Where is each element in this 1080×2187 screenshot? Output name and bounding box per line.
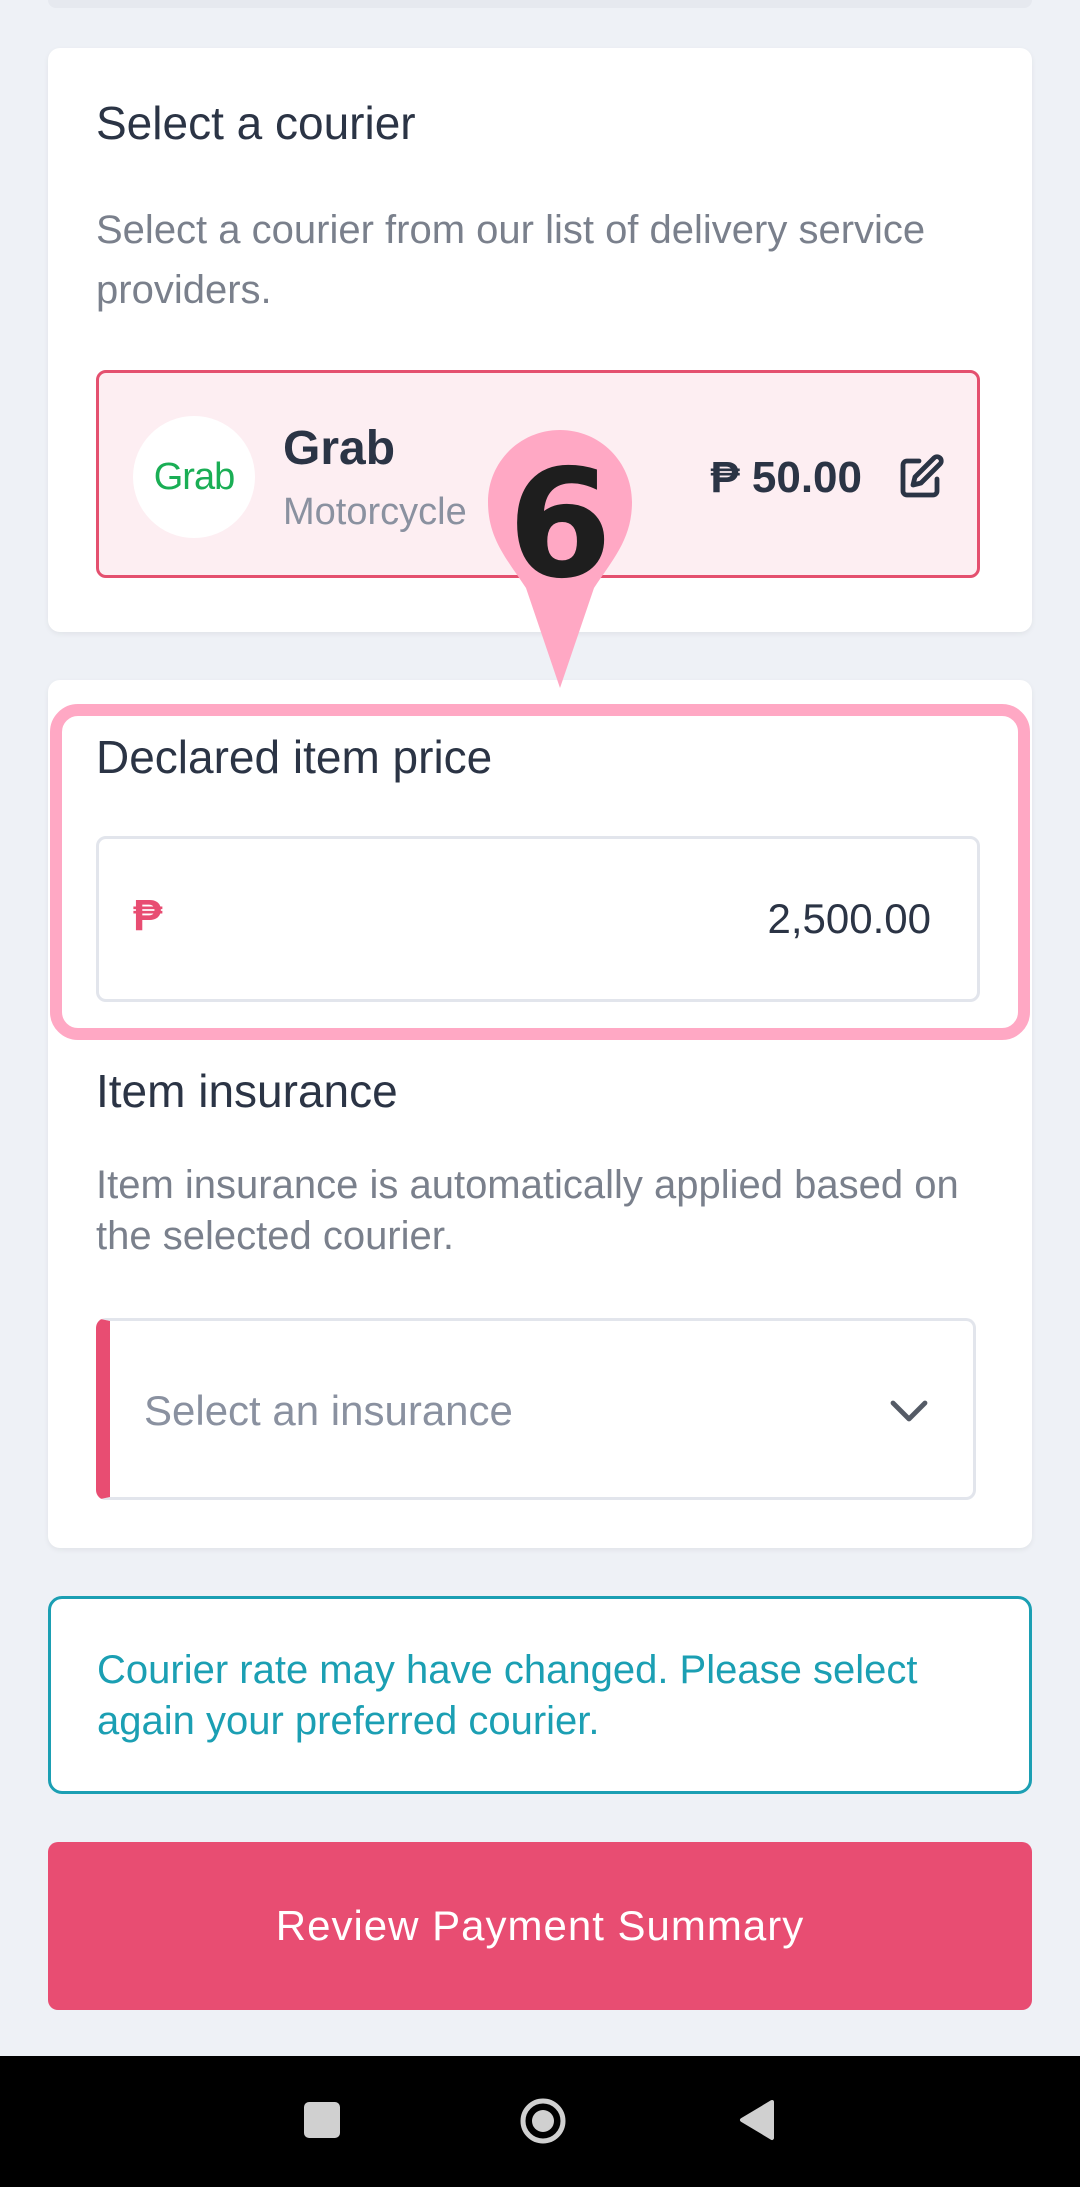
back-triangle-icon[interactable]	[736, 2098, 776, 2142]
tutorial-step-number: 6	[507, 438, 613, 612]
grab-logo: Grab	[133, 416, 255, 538]
edit-icon[interactable]	[897, 453, 945, 501]
chevron-down-icon	[890, 1400, 928, 1422]
insurance-description: Item insurance is automatically applied …	[96, 1163, 959, 1258]
courier-section-description: Select a courier from our list of delive…	[96, 208, 926, 312]
courier-vehicle: Motorcycle	[283, 491, 467, 533]
system-navigation-bar	[0, 2056, 1080, 2187]
insurance-select[interactable]: Select an insurance	[96, 1318, 976, 1500]
insurance-placeholder: Select an insurance	[144, 1387, 513, 1434]
courier-rate-notice: Courier rate may have changed. Please se…	[48, 1596, 1032, 1794]
courier-price: ₱ 50.00	[710, 453, 862, 502]
home-circle-icon[interactable]	[518, 2096, 568, 2146]
courier-name: Grab	[283, 422, 396, 475]
notice-text: Courier rate may have changed. Please se…	[97, 1648, 918, 1743]
insurance-title: Item insurance	[96, 1065, 398, 1117]
tutorial-highlight-box	[50, 704, 1030, 1040]
review-payment-summary-button[interactable]: Review Payment Summary	[48, 1842, 1032, 2010]
recents-square-icon[interactable]	[302, 2100, 342, 2140]
courier-section-title: Select a courier	[96, 97, 416, 149]
previous-card-edge	[48, 0, 1032, 8]
